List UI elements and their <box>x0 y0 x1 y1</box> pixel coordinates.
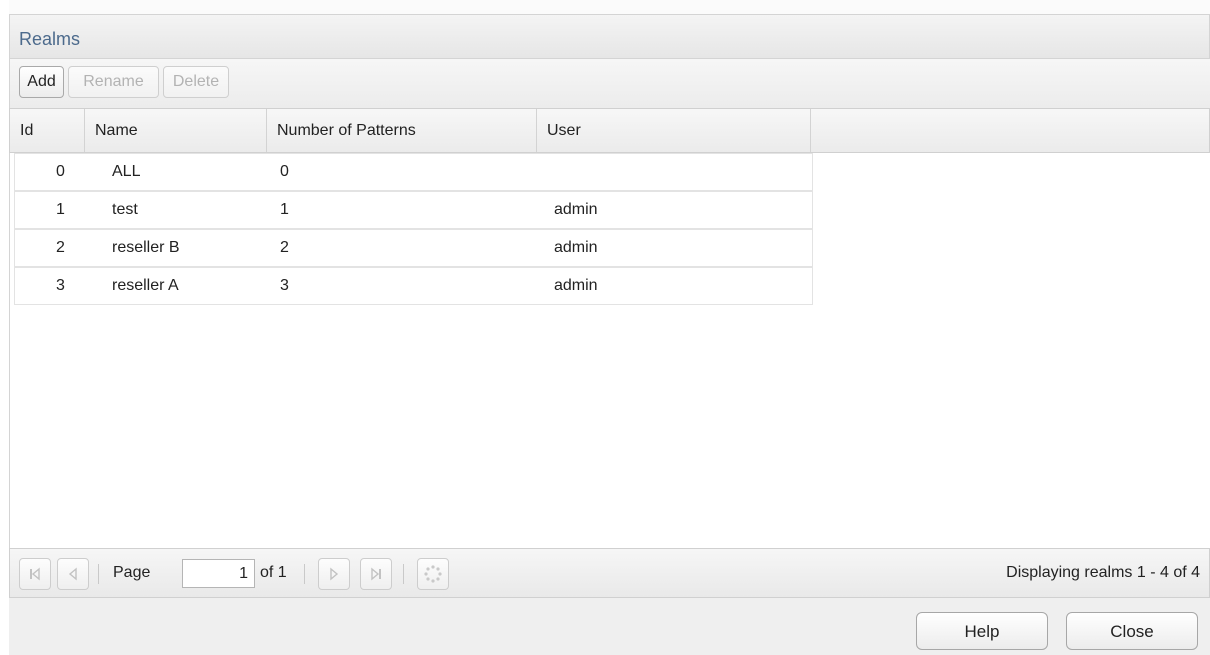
column-header-user[interactable]: User <box>537 109 811 152</box>
next-page-icon <box>330 567 339 581</box>
rename-button[interactable]: Rename <box>68 66 159 98</box>
prev-page-icon <box>68 567 77 581</box>
first-page-icon <box>30 567 40 581</box>
cell-user: admin <box>554 201 598 218</box>
pager-separator <box>403 564 404 584</box>
last-page-button[interactable] <box>360 558 392 590</box>
first-page-button[interactable] <box>19 558 51 590</box>
table-row[interactable]: 0 ALL 0 <box>14 153 813 191</box>
cell-user: admin <box>554 277 598 294</box>
cell-patterns: 1 <box>280 201 289 218</box>
column-header-patterns[interactable]: Number of Patterns <box>267 109 537 152</box>
prev-page-button[interactable] <box>57 558 89 590</box>
column-header-id[interactable]: Id <box>10 109 85 152</box>
paging-toolbar: Page of 1 Displaying realms 1 - 4 of 4 <box>9 548 1210 598</box>
dialog-footer: Help Close <box>9 598 1210 655</box>
grid-body: 0 ALL 0 1 test 1 admin 2 reseller B 2 ad… <box>9 153 1210 548</box>
page-count-label: of 1 <box>260 564 287 581</box>
refresh-icon <box>424 565 442 583</box>
grid-header: Id Name Number of Patterns User <box>9 108 1210 153</box>
add-button[interactable]: Add <box>19 66 64 98</box>
cell-id: 3 <box>56 277 65 294</box>
column-header-name[interactable]: Name <box>85 109 267 152</box>
cell-id: 2 <box>56 239 65 256</box>
cell-name: reseller A <box>112 277 179 294</box>
help-button[interactable]: Help <box>916 612 1048 650</box>
delete-button[interactable]: Delete <box>163 66 229 98</box>
panel-title: Realms <box>19 29 81 49</box>
cell-id: 1 <box>56 201 65 218</box>
cell-patterns: 0 <box>280 163 289 180</box>
paging-status: Displaying realms 1 - 4 of 4 <box>1006 564 1200 581</box>
cell-name: reseller B <box>112 239 180 256</box>
cell-user: admin <box>554 239 598 256</box>
cell-name: test <box>112 201 138 218</box>
page-label: Page <box>113 564 151 581</box>
top-strip <box>9 0 1210 15</box>
toolbar: Add Rename Delete <box>9 59 1210 108</box>
pager-separator <box>304 564 305 584</box>
cell-name: ALL <box>112 163 141 180</box>
table-row[interactable]: 2 reseller B 2 admin <box>14 229 813 267</box>
cell-patterns: 2 <box>280 239 289 256</box>
close-button[interactable]: Close <box>1066 612 1198 650</box>
last-page-icon <box>371 567 381 581</box>
table-row[interactable]: 3 reseller A 3 admin <box>14 267 813 305</box>
pager-separator <box>98 564 99 584</box>
cell-patterns: 3 <box>280 277 289 294</box>
cell-id: 0 <box>56 163 65 180</box>
refresh-button[interactable] <box>417 558 449 590</box>
next-page-button[interactable] <box>318 558 350 590</box>
page-number-input[interactable] <box>182 559 255 588</box>
panel-header: Realms <box>9 14 1210 59</box>
table-row[interactable]: 1 test 1 admin <box>14 191 813 229</box>
realms-window: Realms Add Rename Delete Id Name Number … <box>9 0 1210 655</box>
